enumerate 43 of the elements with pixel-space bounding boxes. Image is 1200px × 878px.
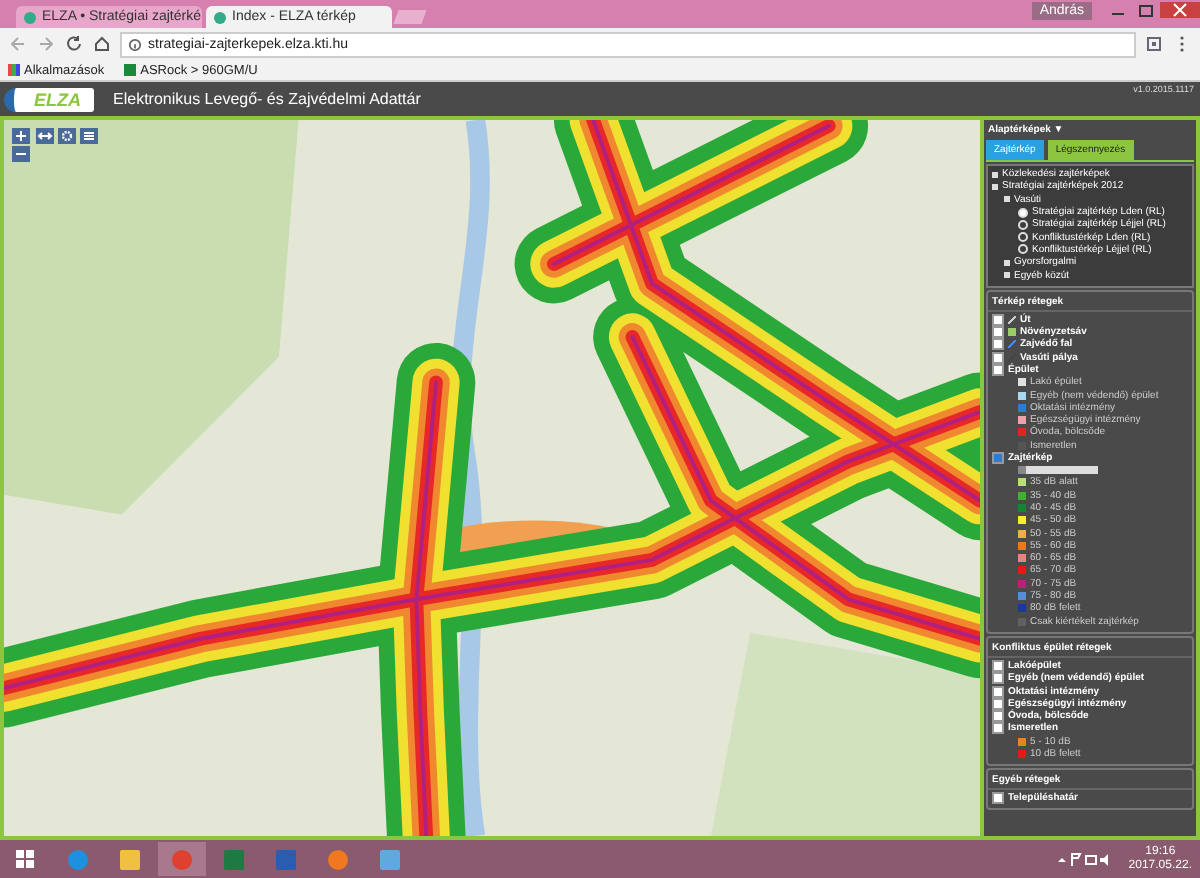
radio-button[interactable] — [1018, 207, 1028, 218]
bullet-icon — [1004, 272, 1010, 279]
checkbox[interactable] — [992, 326, 1004, 339]
bullet-icon — [1004, 196, 1010, 203]
noise-map-drawing[interactable] — [4, 120, 980, 836]
site-icon — [124, 64, 137, 76]
settings-icon[interactable] — [58, 128, 76, 144]
arrows-icon[interactable] — [36, 128, 54, 144]
checkbox[interactable] — [992, 313, 1004, 326]
square-icon — [1008, 328, 1016, 337]
radio-button[interactable] — [1018, 219, 1028, 230]
checkbox[interactable] — [992, 722, 1004, 735]
tray-icons-drawing[interactable] — [1056, 851, 1113, 867]
checkbox[interactable] — [992, 364, 1004, 376]
app-logo: ELZA — [4, 87, 93, 111]
grid-icon — [8, 64, 20, 76]
bullet-icon — [992, 171, 998, 178]
zoom-out-icon[interactable] — [12, 146, 30, 162]
checkbox[interactable] — [992, 672, 1004, 685]
globe-icon — [24, 11, 36, 23]
checkbox[interactable] — [992, 452, 1004, 465]
windows-start-icon[interactable] — [16, 850, 34, 868]
globe-icon — [214, 11, 226, 23]
radio-button[interactable] — [1018, 244, 1028, 255]
layers-icon[interactable] — [80, 128, 98, 144]
reload-icon[interactable] — [64, 34, 84, 54]
bullet-icon — [1004, 259, 1010, 266]
home-icon[interactable] — [92, 34, 112, 54]
checkbox[interactable] — [992, 659, 1004, 672]
radio-button[interactable] — [1018, 232, 1028, 243]
extension-icon[interactable] — [1144, 34, 1164, 54]
checkbox[interactable] — [992, 338, 1004, 351]
checkbox[interactable] — [992, 792, 1004, 805]
close-icon[interactable] — [1160, 2, 1200, 18]
info-icon[interactable] — [128, 37, 142, 51]
checkbox[interactable] — [992, 685, 1004, 698]
slider-thumb[interactable] — [1018, 466, 1026, 475]
bullet-icon — [992, 183, 998, 190]
app-title: Elektronikus Levegő- és Zajvédelmi Adattár — [113, 90, 421, 108]
zoom-in-icon[interactable] — [12, 128, 30, 144]
checkbox[interactable] — [992, 710, 1004, 723]
opacity-slider[interactable] — [1018, 466, 1098, 475]
checkbox[interactable] — [992, 351, 1004, 364]
